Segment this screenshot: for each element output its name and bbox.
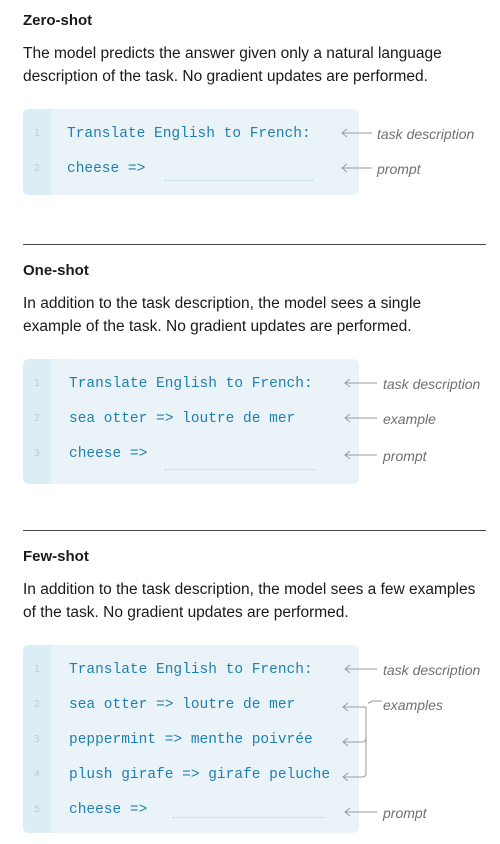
answer-blank: [165, 469, 315, 470]
arrow-left-icon: [341, 128, 372, 138]
code-text: Translate English to French:: [69, 662, 313, 678]
line-number: 1: [33, 128, 41, 139]
code-text: cheese =>: [69, 802, 148, 818]
annotation-prompt: prompt: [377, 161, 421, 177]
annotation-prompt: prompt: [383, 448, 427, 464]
annotation-example: example: [383, 411, 436, 427]
arrow-left-icon: [344, 450, 377, 460]
line-number: 4: [33, 769, 41, 780]
code-text: cheese =>: [69, 446, 148, 462]
zero-shot-description: The model predicts the answer given only…: [23, 45, 442, 85]
line-number: 1: [33, 378, 41, 389]
arrow-left-icon: [344, 378, 377, 388]
zero-shot-title: Zero-shot: [23, 12, 93, 29]
line-number: 1: [33, 664, 41, 675]
code-text: sea otter => loutre de mer: [69, 411, 296, 427]
arrow-left-icon: [341, 163, 372, 173]
code-text: Translate English to French:: [67, 126, 311, 142]
arrow-left-icon: [344, 807, 377, 817]
annotation-task-description: task description: [383, 662, 481, 678]
arrow-left-icon: [344, 413, 377, 423]
section-divider: [23, 244, 486, 245]
one-shot-title: One-shot: [23, 262, 89, 279]
annotation-prompt: prompt: [383, 805, 427, 821]
line-number: 2: [33, 413, 41, 424]
answer-blank: [165, 180, 313, 181]
section-divider: [23, 530, 486, 531]
line-number: 2: [33, 163, 41, 174]
code-text: plush girafe => girafe peluche: [69, 767, 331, 783]
code-text: peppermint => menthe poivrée: [69, 732, 313, 748]
examples-bracket-icon: [342, 700, 382, 782]
annotation-task-description: task description: [383, 376, 481, 392]
code-text: Translate English to French:: [69, 376, 313, 392]
code-text: cheese =>: [67, 161, 146, 177]
few-shot-description: In addition to the task description, the…: [23, 581, 476, 621]
line-number: 2: [33, 699, 41, 710]
few-shot-title: Few-shot: [23, 548, 89, 565]
line-number: 3: [33, 448, 41, 459]
annotation-task-description: task description: [377, 126, 475, 142]
few-shot-code-box: 1 Translate English to French: 2 sea ott…: [23, 645, 359, 833]
line-number-gutter: [23, 109, 51, 195]
line-number: 3: [33, 734, 41, 745]
line-number: 5: [33, 804, 41, 815]
one-shot-code-box: 1 Translate English to French: 2 sea ott…: [23, 359, 359, 484]
annotation-examples: examples: [383, 697, 443, 713]
arrow-left-icon: [344, 664, 377, 674]
code-text: sea otter => loutre de mer: [69, 697, 296, 713]
one-shot-description: In addition to the task description, the…: [23, 295, 422, 335]
answer-blank: [173, 817, 325, 818]
zero-shot-code-box: 1 Translate English to French: 2 cheese …: [23, 109, 359, 195]
